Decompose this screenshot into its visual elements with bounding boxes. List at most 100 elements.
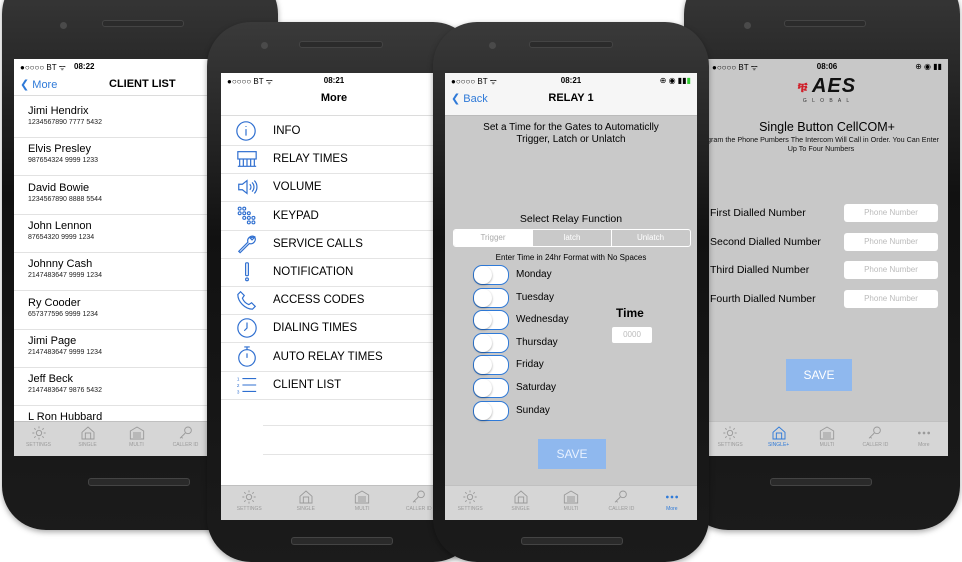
- menu-item-label: DIALING TIMES: [273, 322, 358, 335]
- callerid-icon: [166, 425, 206, 441]
- client-row[interactable]: Johnny Cash 2147483647 9999 1234: [14, 252, 210, 292]
- client-row[interactable]: Elvis Presley 987654324 9999 1233: [14, 137, 210, 177]
- tab-label: MULTI: [129, 442, 144, 448]
- tab-single[interactable]: SINGLE: [68, 425, 108, 448]
- battery-icon: ⊕ ◉ ▮▮▮: [659, 76, 691, 85]
- tab-label: CALLER ID: [608, 506, 635, 512]
- client-name: Johnny Cash: [28, 258, 93, 271]
- toggle-thursday[interactable]: [473, 332, 509, 353]
- tab-multi[interactable]: MULTI: [342, 489, 382, 512]
- menu-item-service-calls[interactable]: SERVICE CALLS: [221, 230, 447, 259]
- save-button[interactable]: SAVE: [538, 439, 606, 469]
- svg-text:3: 3: [237, 389, 240, 394]
- tab-multi[interactable]: MULTI: [807, 425, 847, 448]
- tab-label: SETTINGS: [717, 442, 743, 448]
- menu-item-notification[interactable]: NOTIFICATION: [221, 258, 447, 287]
- save-button[interactable]: SAVE: [786, 359, 852, 391]
- phone-number-input-3[interactable]: Phone Number: [844, 261, 938, 279]
- phone-number-input-1[interactable]: Phone Number: [844, 204, 938, 222]
- segment-trigger[interactable]: Trigger: [454, 230, 532, 246]
- menu-item-label: SERVICE CALLS: [273, 237, 363, 250]
- menu-item-label: RELAY TIMES: [273, 153, 348, 166]
- more-icon: [652, 489, 692, 505]
- segment-latch[interactable]: latch: [532, 230, 612, 246]
- tab-settings[interactable]: SETTINGS: [710, 425, 750, 448]
- toggle-sunday[interactable]: [473, 400, 509, 421]
- client-row[interactable]: Jimi Hendrix 1234567890 7777 5432: [14, 99, 210, 138]
- multi-icon: [342, 489, 382, 505]
- tab-label: CALLER ID: [862, 442, 889, 448]
- toggle-friday[interactable]: [473, 355, 509, 376]
- toggle-wednesday[interactable]: [473, 310, 509, 331]
- tab-multi[interactable]: MULTI: [551, 489, 591, 512]
- list-divider: [263, 425, 447, 426]
- menu-item-auto-relay-times[interactable]: AUTO RELAY TIMES: [221, 343, 447, 372]
- toggle-knob: [474, 288, 492, 307]
- menu-item-label: AUTO RELAY TIMES: [273, 350, 383, 363]
- client-row[interactable]: Ry Cooder 657377596 9999 1234: [14, 291, 210, 330]
- tab-single[interactable]: SINGLE: [501, 489, 541, 512]
- menu-item-info[interactable]: INFO: [221, 117, 447, 146]
- client-row[interactable]: Jeff Beck 2147483647 9876 5432: [14, 367, 210, 407]
- phone-number-input-2[interactable]: Phone Number: [844, 232, 938, 251]
- tab-settings[interactable]: SETTINGS: [229, 489, 269, 512]
- time-input[interactable]: 0000: [612, 327, 652, 343]
- tab-more[interactable]: More: [904, 425, 944, 448]
- tab-settings[interactable]: SETTINGS: [19, 425, 59, 448]
- client-phone: 87654320 9999 1234: [28, 233, 95, 241]
- segment-unlatch[interactable]: Unlatch: [611, 230, 690, 246]
- menu-item-access-codes[interactable]: ACCESS CODES: [221, 286, 447, 316]
- status-time: 08:06: [816, 62, 838, 71]
- single-icon: [501, 489, 541, 505]
- client-phone: 1234567890 7777 5432: [28, 119, 102, 126]
- tab-more[interactable]: More: [652, 489, 692, 512]
- tab-single[interactable]: SINGLE+: [759, 425, 799, 448]
- phone-number-input-4[interactable]: Phone Number: [844, 289, 938, 308]
- toggle-monday[interactable]: [473, 265, 509, 285]
- page-title: RELAY 1: [548, 92, 594, 104]
- multi-icon: [117, 425, 157, 441]
- client-name: Jimi Hendrix: [28, 105, 89, 117]
- toggle-knob: [474, 401, 492, 420]
- tab-label: SETTINGS: [25, 442, 51, 448]
- status-time: 08:22: [74, 62, 95, 71]
- screen-more-menu: ●○○○○ BT ᯤ 08:21 More INFO RELAY TIMES VOL…: [221, 73, 447, 520]
- day-label-monday: Monday: [516, 269, 552, 280]
- tab-caller-id[interactable]: CALLER ID: [855, 425, 895, 448]
- tab-label: SINGLE: [511, 506, 530, 512]
- menu-item-keypad[interactable]: KEYPAD: [221, 202, 447, 231]
- menu-item-client-list[interactable]: 1 2 3 CLIENT LIST: [221, 371, 447, 400]
- day-label-saturday: Saturday: [516, 382, 557, 393]
- menu-item-label: INFO: [273, 125, 301, 137]
- tab-multi[interactable]: MULTI: [117, 425, 157, 448]
- day-label-friday: Friday: [516, 359, 544, 371]
- tab-caller-id[interactable]: CALLER ID: [601, 489, 641, 512]
- timer-icon: [235, 345, 259, 368]
- field-label-3: Third Dialled Number: [710, 264, 810, 276]
- client-name: Jimi Page: [28, 334, 77, 347]
- settings-icon: [710, 425, 750, 441]
- toggle-knob: [474, 379, 492, 397]
- menu-item-relay-times[interactable]: RELAY TIMES: [221, 145, 447, 175]
- client-row[interactable]: David Bowie 1234567890 8888 5544: [14, 176, 210, 215]
- client-row[interactable]: Jimi Page 2147483647 9999 1234: [14, 329, 210, 368]
- menu-item-dialing-times[interactable]: DIALING TIMES: [221, 314, 447, 344]
- tab-single[interactable]: SINGLE: [286, 489, 326, 512]
- tab-caller-id[interactable]: CALLER ID: [166, 425, 206, 448]
- client-row[interactable]: John Lennon 87654320 9999 1234: [14, 214, 210, 253]
- screen-client-list: ●○○○○ BT ᯤ 08:22 ❮ More CLIENT LIST Jimi…: [14, 59, 210, 456]
- tab-label: SETTINGS: [457, 506, 483, 512]
- phone-cellcom: ●○○○○ BT ᯤ 08:06 ⊕ ◉ ▮▮ ቹ AES G L O B A …: [684, 0, 960, 530]
- phone-relay: ●○○○○ BT ᯤ 08:21 ⊕ ◉ ▮▮▮ ❮ Back RELAY 1 …: [433, 22, 709, 562]
- relay-icon: [235, 148, 259, 170]
- client-phone: 2147483647 9999 1234: [28, 272, 102, 280]
- toggle-tuesday[interactable]: [473, 287, 509, 308]
- back-button[interactable]: ❮ More: [20, 78, 57, 91]
- menu-item-volume[interactable]: VOLUME: [221, 173, 447, 203]
- toggle-saturday[interactable]: [473, 378, 509, 398]
- tab-settings[interactable]: SETTINGS: [450, 489, 490, 512]
- status-bar: ●○○○○ BT ᯤ 08:21: [221, 73, 447, 87]
- speaker-grille: [529, 41, 613, 48]
- tab-label: CALLER ID: [172, 442, 199, 448]
- logo-subtext: G L O B A L: [802, 98, 852, 104]
